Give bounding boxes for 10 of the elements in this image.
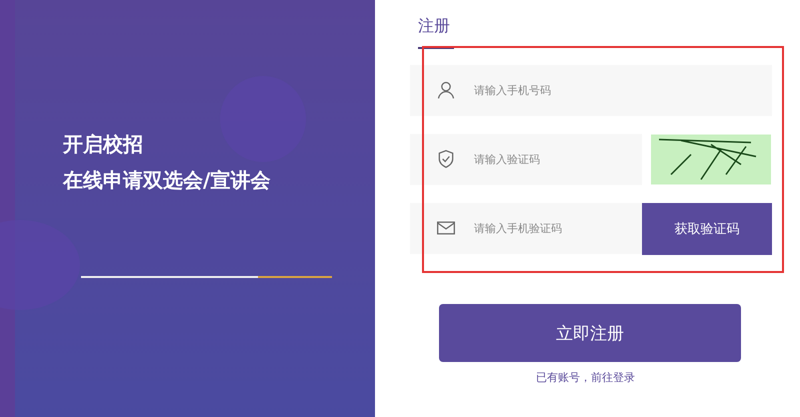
input-field[interactable]: 请输入手机验证码 <box>410 203 642 254</box>
promo-headline: 开启校招 <box>63 131 144 158</box>
login-link[interactable]: 已有账号，前往登录 <box>536 370 635 385</box>
register-tab[interactable]: 注册 <box>418 16 454 49</box>
input-field[interactable]: 请输入验证码 <box>410 134 642 185</box>
register-button[interactable]: 立即注册 <box>439 304 741 362</box>
captcha-image[interactable] <box>651 134 771 185</box>
input-field[interactable]: 请输入手机号码 <box>410 65 772 116</box>
promo-headline: 在线申请双选会/宣讲会 <box>63 167 272 194</box>
get-code-button[interactable]: 获取验证码 <box>642 202 772 254</box>
